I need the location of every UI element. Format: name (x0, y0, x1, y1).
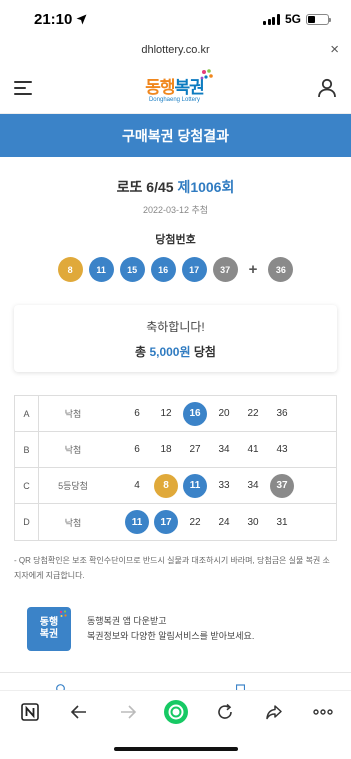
winning-ball: 37 (212, 257, 238, 282)
forward-arrow-icon[interactable] (114, 698, 142, 726)
promo-text: 동행복권 앱 다운받고 복권정보와 다양한 알림서비스를 받아보세요. (87, 614, 254, 644)
result-row: D 낙첨 11 17 22 24 30 31 (15, 504, 336, 540)
picked-number: 33 (218, 480, 230, 491)
row-numbers: 6 18 27 34 41 43 (107, 438, 336, 462)
qr-notice: - QR 당첨확인은 보조 확인수단이므로 반드시 실물과 대조하시기 바라며,… (14, 556, 330, 580)
picked-number: 43 (276, 444, 288, 455)
prize-total: 총 5,000원 당첨 (135, 344, 216, 359)
row-status: 5등당첨 (58, 481, 88, 491)
clock-text: 21:10 (34, 10, 73, 28)
naver-n-icon[interactable] (16, 698, 44, 726)
draw-date: 2022-03-12 추첨 (142, 205, 209, 215)
home-indicator (113, 747, 238, 751)
picked-number: 34 (218, 444, 230, 455)
picked-number: 18 (160, 444, 172, 455)
draw-section: 로또 6/45 제1006회 2022-03-12 추첨 당첨번호 8 11 1… (0, 157, 351, 282)
picked-number: 22 (247, 408, 259, 419)
status-bar: 21:10 5G (0, 0, 351, 38)
result-row: A 낙첨 6 12 16 20 22 36 (15, 396, 336, 432)
site-logo[interactable]: 동행복권 Donghaeng Lottery (145, 68, 213, 103)
winning-ball: 15 (119, 257, 145, 282)
status-time: 21:10 (34, 11, 87, 28)
winning-numbers: 8 11 15 16 17 37 + 36 (0, 257, 351, 282)
result-row: C 5등당첨 4 8 11 33 34 37 (15, 468, 336, 504)
share-icon[interactable] (260, 698, 288, 726)
page-title: 구매복권 당첨결과 (0, 114, 351, 157)
site-header: 동행복권 Donghaeng Lottery (0, 62, 351, 114)
winning-ball: 16 (150, 257, 176, 282)
picked-number: 37 (270, 473, 294, 498)
logo-wordmark: 동행복권 (145, 77, 205, 97)
app-promo[interactable]: 동행 복권 동행복권 앱 다운받고 복권정보와 다양한 알림서비스를 받아보세요… (27, 607, 351, 651)
draw-round: 제1006회 (177, 179, 235, 195)
prize-amount: 5,000원 (149, 344, 191, 359)
user-profile-icon[interactable] (317, 78, 337, 98)
logo-subtitle: Donghaeng Lottery (148, 96, 201, 103)
congrats-message: 축하합니다! (146, 319, 205, 334)
row-status: 낙첨 (64, 517, 82, 528)
row-letter: D (15, 504, 39, 540)
row-letter: A (15, 396, 39, 431)
winning-ball: 8 (57, 257, 83, 282)
row-numbers: 6 12 16 20 22 36 (107, 401, 336, 426)
row-letter: B (15, 432, 39, 467)
picked-number: 11 (183, 473, 207, 498)
picked-number: 4 (134, 480, 140, 491)
close-icon[interactable]: × (330, 40, 339, 60)
location-arrow-icon (76, 14, 87, 24)
browser-toolbar (0, 690, 351, 732)
winning-ball: 17 (181, 257, 207, 282)
picked-number: 24 (218, 516, 230, 528)
battery-icon (306, 13, 331, 25)
back-arrow-icon[interactable] (65, 698, 93, 726)
picked-number: 6 (134, 408, 140, 419)
row-numbers: 11 17 22 24 30 31 (107, 510, 336, 534)
signal-icon (263, 13, 280, 25)
picked-number: 17 (154, 510, 178, 534)
row-numbers: 4 8 11 33 34 37 (107, 473, 336, 498)
picked-number: 34 (247, 480, 259, 491)
result-row: B 낙첨 6 18 27 34 41 43 (15, 432, 336, 468)
reload-icon[interactable] (211, 698, 239, 726)
app-logo-icon[interactable]: 동행 복권 (27, 607, 71, 651)
logo-dots-icon (59, 610, 67, 617)
picked-number: 22 (189, 516, 201, 528)
picked-number: 36 (276, 408, 288, 419)
status-indicators: 5G (263, 12, 331, 26)
url-bar[interactable]: dhlottery.co.kr × (0, 38, 351, 62)
picked-number: 8 (154, 473, 178, 498)
picked-number: 6 (134, 444, 140, 455)
congrats-box: 축하합니다! 총 5,000원 당첨 (14, 305, 337, 372)
picked-number: 16 (183, 401, 207, 426)
row-status: 낙첨 (64, 445, 82, 455)
picked-number: 11 (125, 510, 149, 534)
winning-numbers-label: 당첨번호 (155, 234, 196, 246)
draw-title: 로또 6/45 제1006회 (0, 177, 351, 197)
url-text[interactable]: dhlottery.co.kr (141, 44, 209, 56)
picked-number: 12 (160, 408, 172, 419)
row-letter: C (15, 468, 39, 503)
picked-number: 30 (247, 516, 259, 528)
more-icon[interactable] (309, 698, 337, 726)
logo-dots-icon (200, 68, 213, 79)
winning-ball: 11 (88, 257, 114, 282)
home-green-icon[interactable] (162, 698, 190, 726)
results-table: A 낙첨 6 12 16 20 22 36 B 낙첨 6 18 27 34 41… (14, 395, 337, 541)
picked-number: 41 (247, 444, 259, 455)
bonus-ball: 36 (268, 257, 294, 282)
picked-number: 31 (276, 516, 288, 528)
picked-number: 27 (189, 444, 201, 455)
promo-line-1: 동행복권 앱 다운받고 (87, 616, 167, 626)
game-name: 로또 6/45 (116, 179, 174, 195)
footer-divider (0, 672, 351, 673)
promo-line-2: 복권정보와 다양한 알림서비스를 받아보세요. (87, 631, 255, 641)
hamburger-menu-icon[interactable] (14, 80, 32, 95)
bonus-plus-sign: + (248, 261, 258, 278)
picked-number: 20 (218, 408, 230, 419)
row-status: 낙첨 (64, 409, 82, 419)
footer-partial (0, 682, 351, 690)
network-label: 5G (284, 12, 301, 26)
